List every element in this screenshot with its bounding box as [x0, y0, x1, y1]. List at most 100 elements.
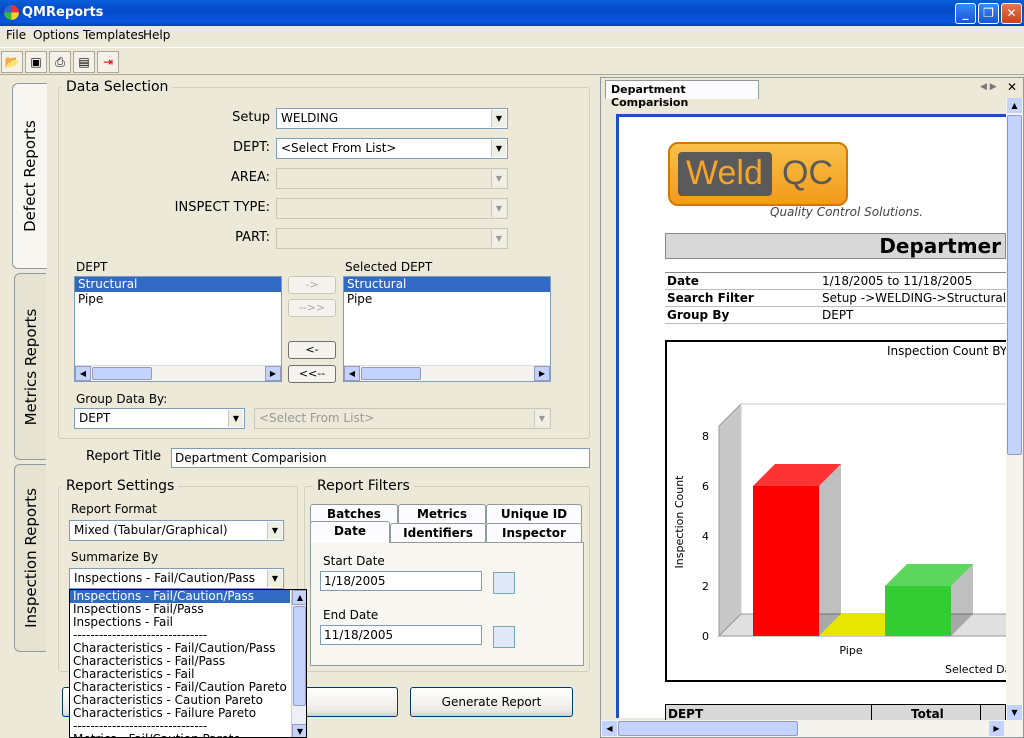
end-date-input[interactable]: 11/18/2005	[320, 625, 482, 645]
tab-unique-id[interactable]: Unique ID	[486, 504, 582, 524]
calendar-icon[interactable]	[493, 572, 515, 594]
move-all-right-button[interactable]: -->>	[288, 299, 336, 317]
menu-file[interactable]: File	[6, 28, 26, 42]
save-icon[interactable]: ▣	[25, 51, 47, 73]
list-item[interactable]: Pipe	[344, 292, 550, 307]
close-icon[interactable]: ✕	[1007, 80, 1017, 94]
chevron-down-icon[interactable]: ▼	[491, 110, 506, 127]
chevron-down-icon[interactable]: ▼	[491, 140, 506, 157]
info-key: Group By	[665, 306, 820, 324]
vertical-scrollbar[interactable]: ▲ ▼	[291, 590, 306, 737]
scroll-left-icon[interactable]: ◀	[344, 366, 360, 381]
report-title-input[interactable]: Department Comparision	[171, 448, 590, 468]
scroll-down-icon[interactable]: ▼	[1007, 705, 1022, 720]
chevron-down-icon[interactable]: ▼	[267, 522, 282, 539]
list-item[interactable]: Structural	[75, 277, 281, 292]
menu-help[interactable]: Help	[143, 28, 170, 42]
col-header-dept: DEPT	[668, 707, 704, 721]
dropdown-option[interactable]: Metrics - Fail/Caution Pareto	[70, 733, 290, 738]
summarize-dropdown-list[interactable]: Inspections - Fail/Caution/Pass Inspectio…	[69, 589, 307, 738]
scroll-left-icon[interactable]: ◀	[75, 366, 91, 381]
group-by-label: Group Data By:	[76, 392, 168, 406]
start-date-input[interactable]: 1/18/2005	[320, 571, 482, 591]
dept-label: DEPT:	[233, 140, 270, 155]
title-bar: QMReports _ ❐ ✕	[0, 0, 1024, 26]
group-by-2-select[interactable]: <Select From List> ▼	[254, 408, 551, 429]
tab-inspector[interactable]: Inspector	[486, 523, 582, 543]
y-tick-label: 2	[702, 580, 709, 593]
setup-select[interactable]: WELDING ▼	[276, 108, 508, 129]
scroll-thumb[interactable]	[1007, 115, 1022, 455]
part-select[interactable]: ▼	[276, 228, 508, 249]
scroll-left-icon[interactable]: ◀	[602, 721, 617, 736]
group-by-select[interactable]: DEPT ▼	[74, 408, 245, 429]
tab-identifiers[interactable]: Identifiers	[390, 523, 486, 543]
list-item[interactable]: Structural	[344, 277, 550, 292]
tab-report-preview[interactable]: Department Comparision	[605, 80, 759, 109]
scroll-up-icon[interactable]: ▲	[1007, 98, 1022, 113]
tab-inspection-reports[interactable]: Inspection Reports	[14, 464, 46, 652]
horizontal-scrollbar[interactable]: ◀ ▶	[75, 365, 281, 381]
chevron-down-icon: ▼	[491, 200, 506, 217]
preview-vertical-scrollbar[interactable]: ▲ ▼	[1006, 98, 1023, 720]
exit-icon[interactable]: ⇥	[97, 51, 119, 73]
window-title: QMReports	[22, 5, 104, 20]
menu-templates[interactable]: Templates	[83, 28, 144, 42]
toolbar: 📂 ▣ ⎙ ▤ ⇥	[0, 47, 1024, 75]
calendar-icon[interactable]	[493, 626, 515, 648]
logo-weld-text: Weld	[686, 154, 763, 192]
move-right-button[interactable]: ->	[288, 276, 336, 294]
tab-metrics[interactable]: Metrics	[398, 504, 486, 524]
preview-icon[interactable]: ▤	[73, 51, 95, 73]
chart-title: Inspection Count BY S	[887, 344, 1006, 358]
dept-listbox[interactable]: Structural Pipe ◀ ▶	[74, 276, 282, 382]
preview-horizontal-scrollbar[interactable]: ◀ ▶	[601, 720, 1023, 737]
minimize-button[interactable]: _	[955, 3, 976, 24]
list-item[interactable]: Pipe	[75, 292, 281, 307]
tab-nav-icons[interactable]: ◀ ▶	[980, 82, 997, 92]
chevron-down-icon[interactable]: ▼	[228, 410, 243, 427]
group-by-value: DEPT	[79, 411, 111, 425]
dept-select[interactable]: <Select From List> ▼	[276, 138, 508, 159]
generate-report-button[interactable]: Generate Report	[410, 687, 573, 717]
summarize-select[interactable]: Inspections - Fail/Caution/Pass ▼	[69, 568, 284, 589]
y-axis-label: Inspection Count	[673, 475, 686, 569]
report-format-label: Report Format	[71, 502, 157, 516]
y-tick-label: 4	[702, 530, 709, 543]
logo-qc-text: QC	[782, 154, 833, 192]
scroll-thumb[interactable]	[92, 367, 152, 380]
scroll-right-icon[interactable]: ▶	[265, 366, 281, 381]
close-button[interactable]: ✕	[1001, 3, 1022, 24]
open-icon[interactable]: 📂	[1, 51, 23, 73]
x-axis-label: Selected Da	[945, 663, 1006, 676]
summarize-value: Inspections - Fail/Caution/Pass	[74, 571, 255, 585]
tab-defect-reports[interactable]: Defect Reports	[12, 83, 47, 269]
move-all-left-button[interactable]: <<--	[288, 365, 336, 383]
area-select[interactable]: ▼	[276, 168, 508, 189]
report-format-select[interactable]: Mixed (Tabular/Graphical) ▼	[69, 520, 284, 541]
setup-value: WELDING	[281, 111, 339, 125]
scroll-up-icon[interactable]: ▲	[292, 590, 306, 605]
scroll-thumb[interactable]	[361, 367, 421, 380]
start-date-label: Start Date	[323, 554, 385, 568]
menu-options[interactable]: Options	[33, 28, 79, 42]
report-format-value: Mixed (Tabular/Graphical)	[74, 523, 228, 537]
inspect-type-select[interactable]: ▼	[276, 198, 508, 219]
tab-metrics-reports[interactable]: Metrics Reports	[14, 273, 46, 460]
chevron-down-icon: ▼	[491, 230, 506, 247]
maximize-button[interactable]: ❐	[978, 3, 999, 24]
scroll-down-icon[interactable]: ▼	[292, 724, 306, 737]
print-icon[interactable]: ⎙	[49, 51, 71, 73]
group-by-2-value: <Select From List>	[259, 411, 375, 425]
tab-date[interactable]: Date	[310, 521, 390, 543]
move-left-button[interactable]: <-	[288, 341, 336, 359]
selected-dept-listbox[interactable]: Structural Pipe ◀ ▶	[343, 276, 551, 382]
scroll-right-icon[interactable]: ▶	[534, 366, 550, 381]
scroll-thumb[interactable]	[618, 721, 798, 736]
scroll-thumb[interactable]	[293, 606, 306, 706]
horizontal-scrollbar[interactable]: ◀ ▶	[344, 365, 550, 381]
chart-side-wall	[718, 402, 742, 638]
scroll-right-icon[interactable]: ▶	[989, 721, 1004, 736]
chevron-down-icon[interactable]: ▼	[267, 570, 282, 587]
report-info-table: Date 1/18/2005 to 11/18/2005 Search Filte…	[665, 272, 1006, 326]
